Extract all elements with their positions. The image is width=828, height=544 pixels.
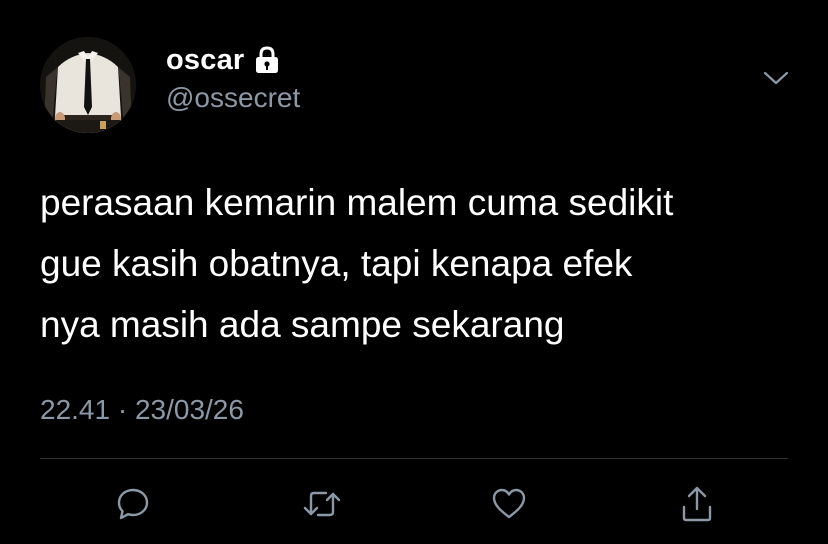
avatar[interactable]: [40, 37, 136, 133]
share-button[interactable]: [677, 484, 717, 524]
divider: [40, 458, 788, 459]
more-options-button[interactable]: [762, 68, 790, 88]
tweet-timestamp[interactable]: 22.41 · 23/03/26: [40, 394, 244, 426]
like-button[interactable]: [489, 484, 529, 524]
display-name[interactable]: oscar: [166, 44, 244, 77]
lock-icon: [254, 46, 280, 74]
heart-icon: [492, 488, 526, 519]
tweet-card: oscar @ossecret perasaan kemarin malem c…: [0, 0, 828, 544]
speech-bubble-icon: [117, 488, 149, 520]
chevron-down-icon: [763, 71, 789, 85]
name-row: oscar: [166, 42, 280, 78]
user-handle[interactable]: @ossecret: [166, 82, 300, 114]
retweet-button[interactable]: [302, 484, 342, 524]
tweet-text: perasaan kemarin malem cuma sedikit gue …: [40, 182, 674, 345]
reply-button[interactable]: [113, 484, 153, 524]
profile-photo: [40, 37, 136, 133]
share-icon: [682, 486, 712, 522]
retweet-icon: [303, 491, 341, 517]
